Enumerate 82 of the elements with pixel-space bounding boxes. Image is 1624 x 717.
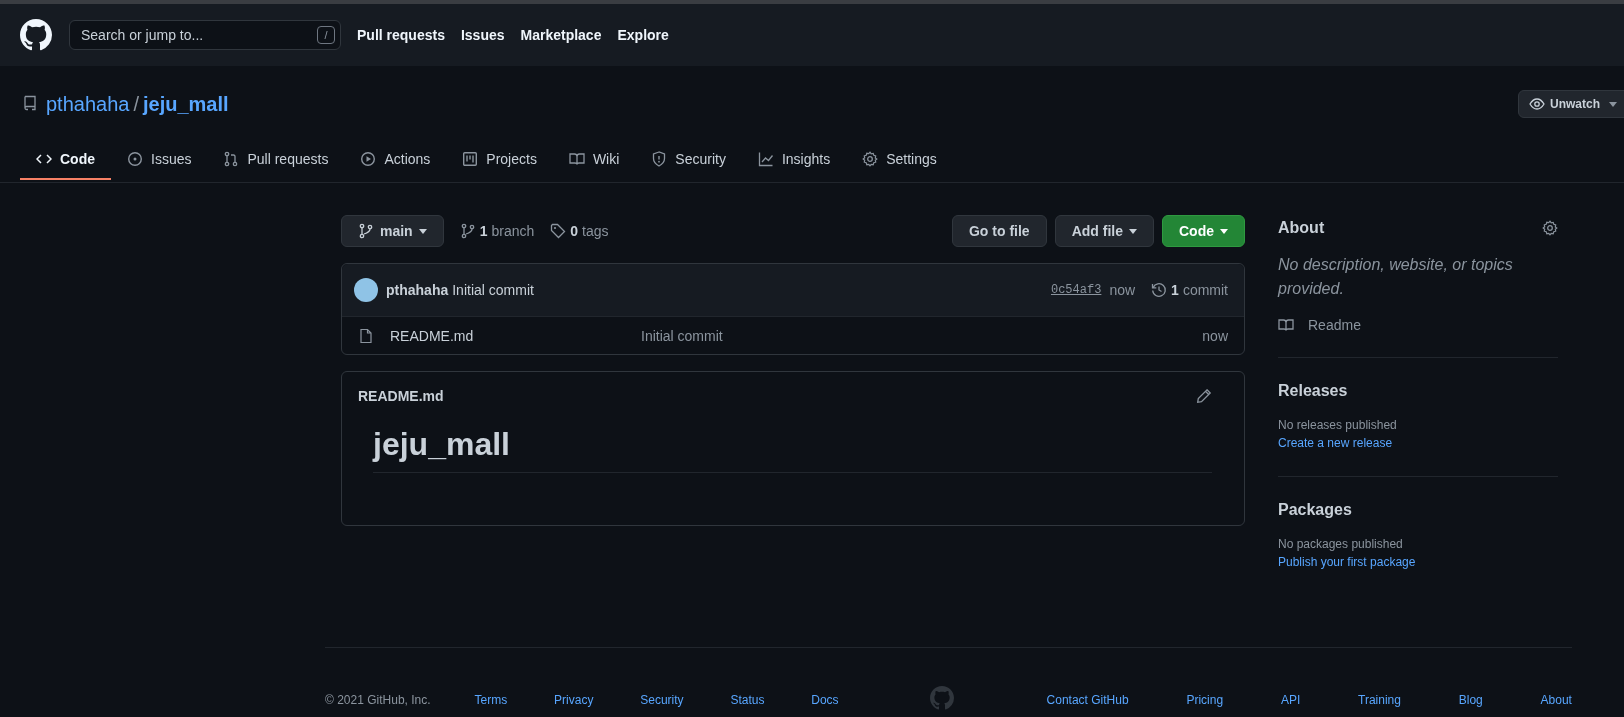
repo-tab[interactable]: Insights — [741, 140, 847, 180]
shield-icon — [651, 151, 668, 167]
play-circle-icon — [360, 151, 377, 167]
settings-button[interactable] — [1542, 220, 1558, 236]
book-icon — [1278, 317, 1294, 333]
caret-icon — [1609, 101, 1617, 107]
octocat-logo-icon — [20, 19, 52, 51]
board-icon — [462, 151, 479, 167]
repo-tab[interactable]: Code — [20, 140, 111, 180]
footer-link[interactable]: Pricing — [1186, 692, 1224, 707]
nav-link[interactable]: Pull requests — [357, 27, 445, 43]
copyright-text: © 2021 GitHub, Inc. — [325, 692, 431, 707]
commit-message-link[interactable]: Initial commit — [452, 282, 534, 298]
shortcut-key: / — [317, 26, 335, 44]
empty-state-text: No packages published — [1278, 536, 1404, 553]
commit-time: now — [1109, 282, 1136, 298]
repo-tab[interactable]: Issues — [111, 140, 208, 180]
readme-link[interactable]: Readme — [1278, 317, 1558, 333]
footer-link[interactable]: Privacy — [554, 692, 594, 707]
branch-count-link[interactable]: 1 branch — [459, 223, 535, 239]
branch-icon — [459, 223, 476, 239]
repo-tab[interactable]: Wiki — [552, 140, 636, 180]
repo-tab[interactable]: Pull requests — [207, 140, 345, 180]
footer-link[interactable]: Terms — [474, 692, 508, 707]
gear-icon — [862, 151, 879, 167]
footer-link[interactable]: API — [1280, 692, 1301, 707]
file-commit-link[interactable]: Initial commit — [641, 327, 723, 344]
caret-icon — [1129, 228, 1137, 234]
commit-author-link[interactable]: pthahaha — [386, 282, 449, 298]
octocat-mark-icon — [929, 686, 954, 710]
caret-icon — [1220, 228, 1228, 234]
commit-sha-link[interactable]: 0c54af3 — [1050, 283, 1102, 297]
book-icon — [568, 151, 585, 167]
footer-link[interactable]: Security — [640, 692, 684, 707]
repo-tab[interactable]: Security — [635, 140, 742, 180]
tag-icon — [550, 223, 567, 239]
path-separator: / — [133, 92, 139, 116]
repo-name-link[interactable]: jeju_mall — [143, 92, 229, 116]
publish-package-link[interactable]: Publish your first package — [1278, 555, 1416, 569]
repo-tab[interactable]: Projects — [446, 140, 553, 180]
repo-icon — [22, 94, 38, 111]
nav-link[interactable]: Explore — [617, 27, 669, 43]
circle-dot-icon — [127, 151, 143, 167]
empty-state-text: No releases published — [1278, 417, 1398, 434]
footer-link[interactable]: Blog — [1458, 692, 1483, 707]
avatar — [354, 278, 378, 302]
branch-icon — [358, 223, 374, 239]
pull-request-icon — [223, 151, 240, 167]
nav-link[interactable]: Marketplace — [520, 27, 602, 43]
nav-link[interactable]: Issues — [460, 27, 505, 43]
footer-link[interactable]: Contact GitHub — [1046, 692, 1129, 707]
eye-icon — [1529, 96, 1545, 112]
file-time: now — [1202, 327, 1228, 344]
pencil-icon — [1196, 388, 1212, 404]
create-release-link[interactable]: Create a new release — [1278, 436, 1393, 450]
repo-owner-link[interactable]: pthahaha — [46, 92, 130, 116]
footer-link[interactable]: Training — [1358, 692, 1401, 707]
go-to-file-button[interactable]: Go to file — [952, 215, 1047, 247]
history-icon — [1151, 282, 1168, 298]
footer-link[interactable]: Status — [730, 692, 765, 707]
file-name-link[interactable]: README.md — [390, 327, 641, 344]
repo-tab[interactable]: Actions — [344, 140, 447, 180]
gear-icon — [1542, 220, 1558, 236]
add-file-button[interactable]: Add file — [1054, 215, 1154, 247]
about-heading: About — [1278, 219, 1325, 237]
tag-count-link[interactable]: 0 tags — [550, 223, 609, 239]
about-description: No description, website, or topics provided. — [1278, 255, 1514, 299]
file-icon — [358, 327, 374, 344]
footer-link[interactable]: Docs — [811, 692, 839, 707]
code-download-button[interactable]: Code — [1162, 215, 1245, 247]
readme-heading: jeju_mall — [373, 426, 1212, 473]
commit-count-link[interactable]: 1 commit — [1151, 282, 1228, 298]
releases-heading: Releases — [1278, 382, 1348, 400]
line-graph-icon — [757, 151, 774, 167]
readme-filename: README.md — [358, 388, 444, 404]
branch-select-button[interactable]: main — [341, 215, 444, 247]
repo-tab[interactable]: Settings — [846, 140, 953, 180]
caret-icon — [418, 228, 427, 234]
packages-heading: Packages — [1278, 501, 1352, 519]
edit-button[interactable] — [1196, 388, 1212, 404]
watch-button[interactable]: Unwatch — [1518, 90, 1624, 118]
footer-link[interactable]: About — [1540, 692, 1572, 707]
